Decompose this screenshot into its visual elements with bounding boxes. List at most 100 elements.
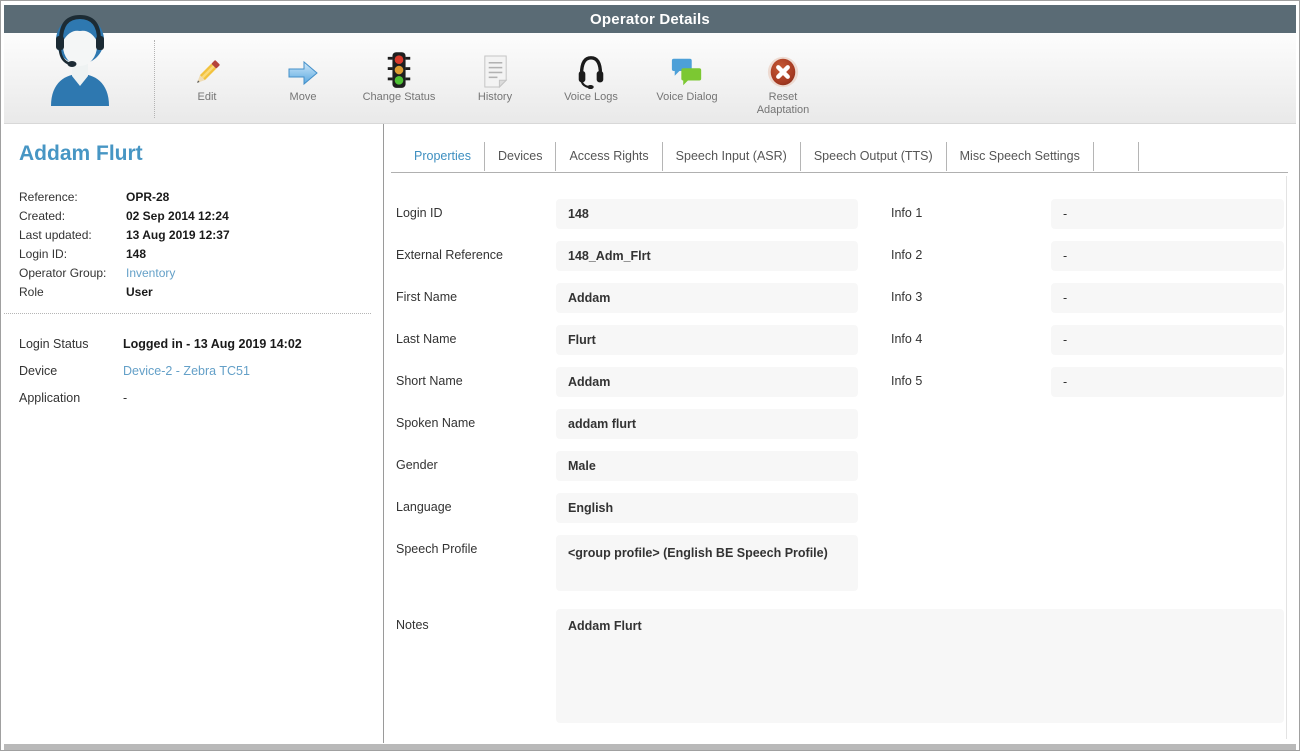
spoken-name-field[interactable]: addam flurt	[556, 409, 858, 439]
tab-devices[interactable]: Devices	[485, 142, 556, 171]
login-id-field[interactable]: 148	[556, 199, 858, 229]
operator-summary-panel: Addam Flurt Reference: OPR-28 Created: 0…	[4, 124, 383, 743]
detail-row-last-updated: Last updated: 13 Aug 2019 12:37	[19, 226, 383, 245]
window-title-bar: Operator Details	[4, 5, 1296, 33]
properties-panel: Properties Devices Access Rights Speech …	[384, 124, 1296, 743]
info-4-field[interactable]: -	[1051, 325, 1284, 355]
login-id-label: Login ID:	[19, 245, 126, 264]
move-button-label: Move	[290, 91, 317, 104]
reset-x-icon	[766, 43, 800, 89]
info-3-field-label: Info 3	[891, 290, 922, 304]
headphones-icon	[574, 43, 608, 89]
info-1-field-label: Info 1	[891, 206, 922, 220]
operator-group-link[interactable]: Inventory	[126, 264, 175, 283]
edit-button-label: Edit	[198, 91, 217, 104]
application-value: -	[123, 385, 127, 412]
detail-row-reference: Reference: OPR-28	[19, 188, 383, 207]
reference-label: Reference:	[19, 188, 126, 207]
first-name-field-label: First Name	[396, 290, 457, 304]
spoken-name-field-label: Spoken Name	[396, 416, 475, 430]
detail-row-operator-group: Operator Group: Inventory	[19, 264, 383, 283]
history-document-icon	[479, 43, 512, 89]
tab-properties[interactable]: Properties	[401, 142, 485, 171]
first-name-field[interactable]: Addam	[556, 283, 858, 313]
bottom-scrollbar[interactable]	[4, 744, 1296, 750]
tab-spacer	[1094, 142, 1139, 171]
created-value: 02 Sep 2014 12:24	[126, 207, 229, 226]
history-button[interactable]: History	[447, 43, 543, 117]
toolbar-separator	[154, 40, 155, 118]
detail-row-role: Role User	[19, 283, 383, 302]
session-row-application: Application -	[19, 385, 383, 412]
login-id-value: 148	[126, 245, 146, 264]
short-name-field-label: Short Name	[396, 374, 463, 388]
voice-logs-button[interactable]: Voice Logs	[543, 43, 639, 117]
tab-access-rights[interactable]: Access Rights	[556, 142, 662, 171]
pencil-icon	[191, 43, 223, 89]
tab-speech-input-asr[interactable]: Speech Input (ASR)	[663, 142, 801, 171]
info-4-field-label: Info 4	[891, 332, 922, 346]
gender-field-label: Gender	[396, 458, 438, 472]
login-status-label: Login Status	[19, 331, 123, 358]
application-label: Application	[19, 385, 123, 412]
traffic-light-icon	[384, 43, 414, 89]
move-arrow-icon	[286, 43, 320, 89]
info-3-field[interactable]: -	[1051, 283, 1284, 313]
last-updated-value: 13 Aug 2019 12:37	[126, 226, 230, 245]
change-status-button-label: Change Status	[363, 91, 436, 104]
external-reference-field[interactable]: 148_Adm_Flrt	[556, 241, 858, 271]
tab-bar: Properties Devices Access Rights Speech …	[401, 142, 1139, 171]
operator-avatar-icon	[40, 9, 120, 109]
speech-profile-field-label: Speech Profile	[396, 542, 477, 556]
history-button-label: History	[478, 91, 512, 104]
last-updated-label: Last updated:	[19, 226, 126, 245]
speech-profile-field[interactable]: <group profile> (English BE Speech Profi…	[556, 535, 858, 591]
voice-logs-button-label: Voice Logs	[564, 91, 618, 104]
device-link[interactable]: Device-2 - Zebra TC51	[123, 358, 250, 385]
created-label: Created:	[19, 207, 126, 226]
voice-dialog-button[interactable]: Voice Dialog	[639, 43, 735, 117]
info-5-field[interactable]: -	[1051, 367, 1284, 397]
toolbar-buttons: Edit Move	[159, 43, 831, 117]
window-title: Operator Details	[590, 11, 710, 28]
operator-group-label: Operator Group:	[19, 264, 126, 283]
notes-field[interactable]: Addam Flurt	[556, 609, 1284, 723]
last-name-field[interactable]: Flurt	[556, 325, 858, 355]
session-row-login-status: Login Status Logged in - 13 Aug 2019 14:…	[19, 331, 383, 358]
info-2-field[interactable]: -	[1051, 241, 1284, 271]
login-status-value: Logged in - 13 Aug 2019 14:02	[123, 331, 302, 358]
operator-details-list: Reference: OPR-28 Created: 02 Sep 2014 1…	[19, 188, 383, 302]
language-field[interactable]: English	[556, 493, 858, 523]
reset-adaptation-button-label: Reset Adaptation	[751, 91, 815, 117]
tab-misc-speech-settings[interactable]: Misc Speech Settings	[947, 142, 1094, 171]
move-button[interactable]: Move	[255, 43, 351, 117]
scrollbar-track[interactable]	[1286, 176, 1287, 739]
session-row-device: Device Device-2 - Zebra TC51	[19, 358, 383, 385]
toolbar: Edit Move	[4, 33, 1296, 124]
role-label: Role	[19, 283, 126, 302]
operator-details-window: Operator Details	[0, 0, 1300, 751]
short-name-field[interactable]: Addam	[556, 367, 858, 397]
change-status-button[interactable]: Change Status	[351, 43, 447, 117]
tab-speech-output-tts[interactable]: Speech Output (TTS)	[801, 142, 947, 171]
operator-name-heading: Addam Flurt	[19, 142, 383, 166]
summary-section-divider	[4, 313, 371, 314]
reference-value: OPR-28	[126, 188, 169, 207]
tab-bar-underline	[391, 172, 1288, 173]
last-name-field-label: Last Name	[396, 332, 456, 346]
chat-bubbles-icon	[670, 43, 704, 89]
device-label: Device	[19, 358, 123, 385]
external-reference-field-label: External Reference	[396, 248, 503, 262]
edit-button[interactable]: Edit	[159, 43, 255, 117]
notes-field-label: Notes	[396, 618, 429, 632]
session-info-list: Login Status Logged in - 13 Aug 2019 14:…	[19, 331, 383, 412]
info-1-field[interactable]: -	[1051, 199, 1284, 229]
gender-field[interactable]: Male	[556, 451, 858, 481]
voice-dialog-button-label: Voice Dialog	[656, 91, 717, 104]
reset-adaptation-button[interactable]: Reset Adaptation	[735, 43, 831, 117]
info-2-field-label: Info 2	[891, 248, 922, 262]
login-id-field-label: Login ID	[396, 206, 443, 220]
info-5-field-label: Info 5	[891, 374, 922, 388]
role-value: User	[126, 283, 153, 302]
language-field-label: Language	[396, 500, 452, 514]
